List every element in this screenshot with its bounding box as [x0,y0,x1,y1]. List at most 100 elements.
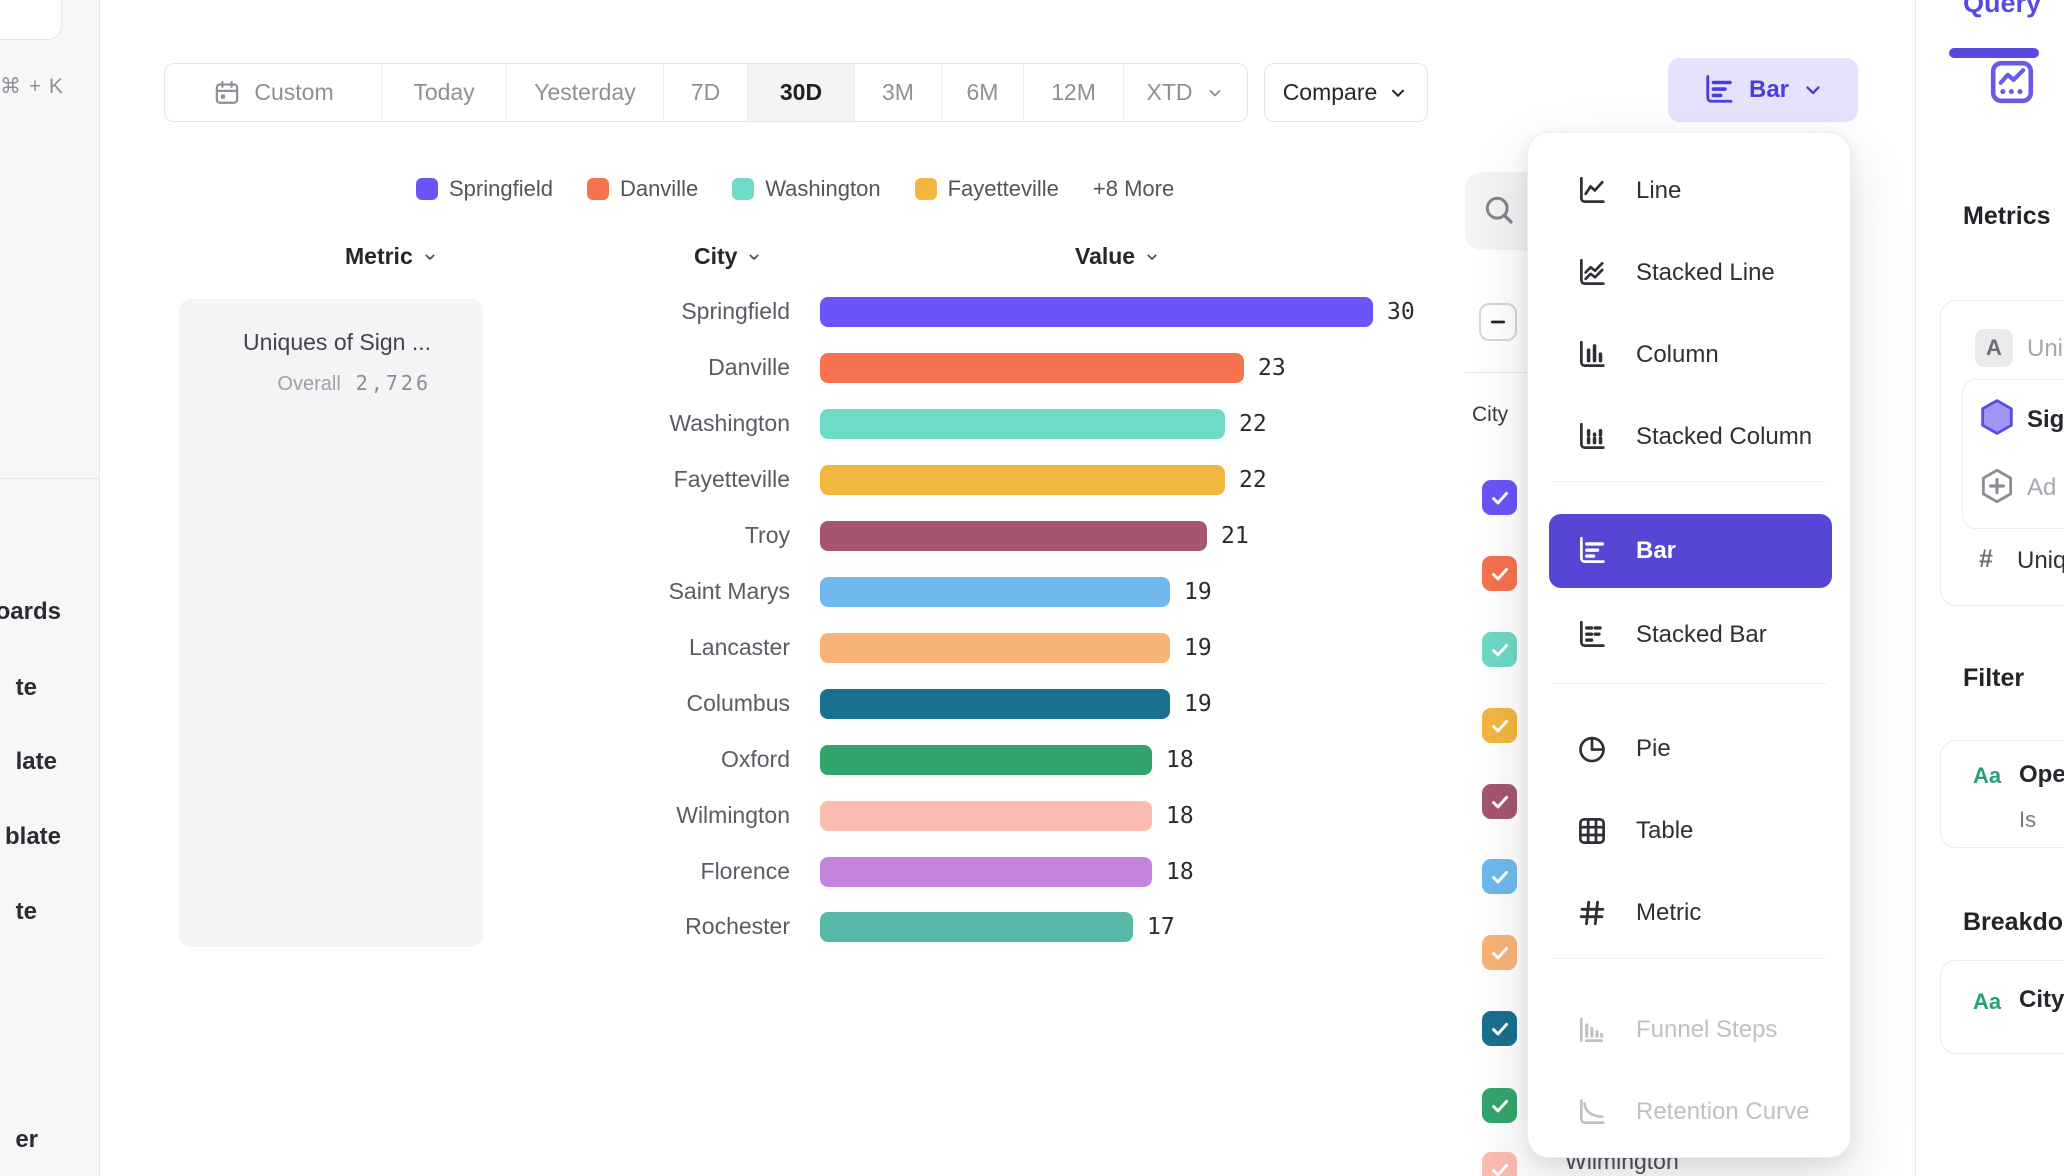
bar-value: 21 [1221,523,1249,549]
bar[interactable] [820,577,1170,607]
filter-operator-label[interactable]: Is [2019,807,2036,833]
menu-item-pie[interactable]: Pie [1549,712,1832,786]
step-name-label: Sig [2027,406,2064,434]
add-step-icon[interactable] [1976,465,2018,507]
breakdown-heading: Breakdo [1963,908,2063,937]
series-checkbox[interactable] [1482,1152,1517,1176]
column-header-value[interactable]: Value [1075,243,1160,270]
bar-category-label: Washington [560,410,790,437]
sidebar-item-fragment[interactable]: te [16,674,37,702]
chart-legend: Springfield Danville Washington Fayettevill… [416,176,1174,202]
chevron-down-icon [746,249,762,265]
column-header-metric[interactable]: Metric [345,243,438,270]
select-all-checkbox[interactable] [1479,303,1517,341]
menu-item-metric[interactable]: Metric [1549,876,1832,950]
date-range-3m[interactable]: 3M [854,64,941,121]
bar[interactable] [820,857,1152,887]
legend-more-label[interactable]: +8 More [1093,176,1174,202]
compare-button[interactable]: Compare [1264,63,1428,122]
legend-item-danville[interactable]: Danville [587,176,698,202]
menu-item-line[interactable]: Line [1549,154,1832,228]
date-range-12m[interactable]: 12M [1023,64,1123,121]
metric-step-card[interactable]: Sig Ad [1962,379,2064,529]
property-type-icon: Aa [1973,989,2001,1015]
series-checkbox[interactable] [1482,708,1517,743]
sidebar-item-fragment[interactable]: te [16,898,37,926]
event-hexagon-icon [1976,396,2018,438]
series-divider [1465,372,1527,373]
count-label: Uniqu [2017,547,2064,575]
menu-item-column[interactable]: Column [1549,318,1832,392]
sidebar-item-fragment[interactable]: late [16,748,57,776]
line-chart-icon [1575,174,1609,208]
bar[interactable] [820,801,1152,831]
overall-label: Overall [277,373,340,396]
stacked-bar-chart-icon [1575,618,1609,652]
menu-item-retention-curve[interactable]: Retention Curve [1549,1075,1832,1149]
app-root: ⌘ + K oardstelateblateteer CustomTodayYe… [0,0,2064,1176]
bar[interactable] [820,353,1244,383]
series-checkbox[interactable] [1482,632,1517,667]
tab-query[interactable]: Query [1963,0,2041,19]
chevron-down-icon [1205,83,1225,103]
bar-value: 18 [1166,803,1194,829]
date-range-6m[interactable]: 6M [941,64,1023,121]
metrics-heading: Metrics [1963,202,2051,231]
menu-item-stacked-line[interactable]: Stacked Line [1549,236,1832,310]
date-range-7d[interactable]: 7D [663,64,747,121]
stacked-line-chart-icon [1575,256,1609,290]
sidebar-item-fragment[interactable]: blate [5,823,61,851]
table-chart-icon [1575,814,1609,848]
menu-item-stacked-bar[interactable]: Stacked Bar [1549,598,1832,672]
series-checkbox[interactable] [1482,480,1517,515]
breakdown-card[interactable]: Aa City [1940,960,2064,1054]
series-checkbox[interactable] [1482,935,1517,970]
date-range-30d[interactable]: 30D [747,64,854,121]
sidebar-item-fragment[interactable]: er [15,1126,38,1154]
metric-card[interactable]: Uniques of Sign ... Overall 2,726 [179,299,483,947]
date-range-yesterday[interactable]: Yesterday [506,64,663,121]
menu-item-bar[interactable]: Bar [1549,514,1832,588]
legend-item-washington[interactable]: Washington [732,176,880,202]
legend-item-fayetteville[interactable]: Fayetteville [915,176,1059,202]
legend-swatch [915,178,937,200]
stacked-column-chart-icon [1575,420,1609,454]
search-icon [1481,192,1517,228]
insights-chart-icon[interactable] [1988,58,2036,106]
series-checkbox[interactable] [1482,1011,1517,1046]
column-header-city[interactable]: City [694,243,762,270]
legend-swatch [587,178,609,200]
metric-title: Uniques of Sign ... [199,329,431,356]
bar[interactable] [820,409,1225,439]
bar-category-label: Danville [560,354,790,381]
bar[interactable] [820,689,1170,719]
series-checkbox[interactable] [1482,859,1517,894]
active-tab-underline [1949,48,2039,58]
date-range-today[interactable]: Today [381,64,506,121]
event-letter-badge: A [1975,329,2013,367]
bar[interactable] [820,912,1133,942]
menu-divider [1552,481,1826,482]
series-checkbox[interactable] [1482,556,1517,591]
chart-type-button[interactable]: Bar [1668,58,1858,122]
menu-item-stacked-column[interactable]: Stacked Column [1549,400,1832,474]
date-range-custom[interactable]: Custom [165,64,381,121]
series-checkbox[interactable] [1482,784,1517,819]
bar-category-label: Lancaster [560,634,790,661]
metrics-card[interactable]: A Uniq Sig Ad # Uniqu [1940,300,2064,606]
filter-card[interactable]: Aa Ope Is i [1940,740,2064,848]
funnel-chart-icon [1575,1013,1609,1047]
bar[interactable] [820,745,1152,775]
bar[interactable] [820,633,1170,663]
date-range-xtd[interactable]: XTD [1123,64,1247,121]
bar[interactable] [820,465,1225,495]
series-checkbox[interactable] [1482,1088,1517,1123]
bar[interactable] [820,521,1207,551]
legend-item-springfield[interactable]: Springfield [416,176,553,202]
sidebar-item-fragment[interactable]: oards [0,598,61,626]
bar[interactable] [820,297,1373,327]
menu-item-table[interactable]: Table [1549,794,1832,868]
menu-item-funnel-steps[interactable]: Funnel Steps [1549,993,1832,1067]
sidebar-search-box-remnant[interactable] [0,0,62,40]
filter-heading: Filter [1963,664,2024,693]
